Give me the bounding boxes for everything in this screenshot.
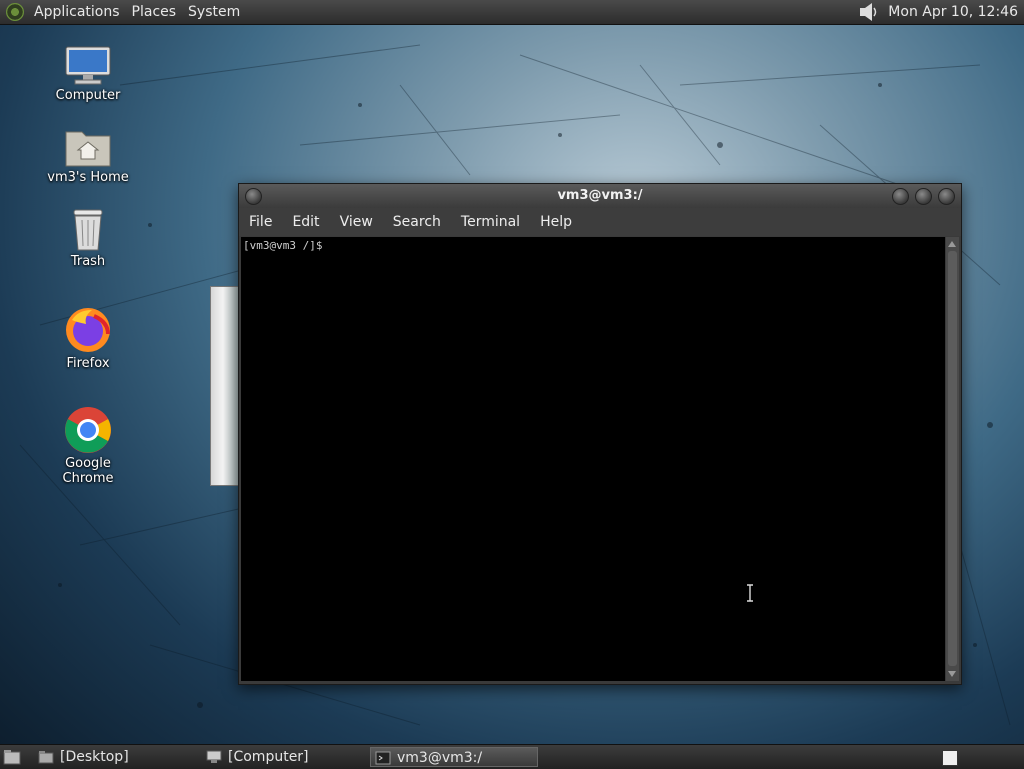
desktop-icon-label: Computer: [55, 88, 121, 103]
scroll-down-icon[interactable]: [948, 671, 956, 677]
menu-applications[interactable]: Applications: [30, 4, 128, 20]
taskbar-item-label: [Desktop]: [60, 749, 129, 765]
window-titlebar[interactable]: vm3@vm3:/: [239, 184, 961, 208]
scroll-thumb[interactable]: [948, 251, 957, 666]
computer-icon: [206, 750, 222, 763]
panel-clock[interactable]: Mon Apr 10, 12:46: [888, 4, 1024, 20]
taskbar-item-label: vm3@vm3:/: [397, 750, 483, 766]
menu-edit[interactable]: Edit: [282, 214, 329, 230]
desktop-icon-firefox[interactable]: Firefox: [38, 306, 138, 371]
speaker-icon[interactable]: [858, 2, 880, 22]
menu-help[interactable]: Help: [530, 214, 582, 230]
maximize-button[interactable]: [915, 188, 932, 205]
shell-prompt: [vm3@vm3 /]$: [243, 239, 323, 252]
desktop-icon-chrome[interactable]: Google Chrome: [38, 406, 138, 486]
folder-icon: [38, 751, 54, 764]
home-folder-icon: [65, 131, 111, 167]
taskbar-item-label: [Computer]: [228, 749, 309, 765]
minimize-button[interactable]: [892, 188, 909, 205]
trash-icon: [73, 209, 103, 251]
desktop-icon-label: Firefox: [66, 356, 110, 371]
close-button[interactable]: [938, 188, 955, 205]
distro-logo-icon[interactable]: [6, 3, 24, 21]
show-desktop-icon[interactable]: [3, 749, 21, 765]
taskbar-item-terminal[interactable]: vm3@vm3:/: [370, 747, 538, 767]
terminal-output[interactable]: [vm3@vm3 /]$: [241, 237, 945, 681]
bottom-panel: [Desktop] [Computer] vm3@vm3:/: [0, 744, 1024, 769]
menu-terminal[interactable]: Terminal: [451, 214, 530, 230]
desktop-icon-label: vm3's Home: [47, 170, 129, 185]
window-title: vm3@vm3:/: [557, 188, 643, 203]
scroll-up-icon[interactable]: [948, 241, 956, 247]
taskbar-item-desktop[interactable]: [Desktop]: [38, 747, 188, 767]
menu-file[interactable]: File: [239, 214, 282, 230]
terminal-menubar: File Edit View Search Terminal Help: [239, 208, 961, 236]
desktop-icon-label: Trash: [70, 254, 106, 269]
desktop-icon-label: Google Chrome: [62, 456, 114, 486]
taskbar-item-computer[interactable]: [Computer]: [206, 747, 366, 767]
firefox-icon: [66, 308, 110, 352]
text-cursor-icon: [747, 584, 753, 602]
menu-search[interactable]: Search: [383, 214, 451, 230]
top-panel: Applications Places System Mon Apr 10, 1…: [0, 0, 1024, 25]
workspace-switcher[interactable]: [942, 750, 958, 766]
terminal-icon: [375, 751, 391, 765]
terminal-scrollbar[interactable]: [946, 237, 959, 681]
desktop-icon-trash[interactable]: Trash: [38, 208, 138, 269]
desktop-icon-home[interactable]: vm3's Home: [38, 126, 138, 185]
menu-places[interactable]: Places: [128, 4, 185, 20]
menu-view[interactable]: View: [330, 214, 383, 230]
menu-system[interactable]: System: [184, 4, 248, 20]
window-menu-button[interactable]: [245, 188, 262, 205]
desktop-icon-computer[interactable]: Computer: [38, 46, 138, 103]
chrome-icon: [65, 407, 111, 453]
computer-icon: [65, 46, 111, 85]
terminal-window[interactable]: vm3@vm3:/ File Edit View Search Terminal…: [238, 183, 962, 685]
